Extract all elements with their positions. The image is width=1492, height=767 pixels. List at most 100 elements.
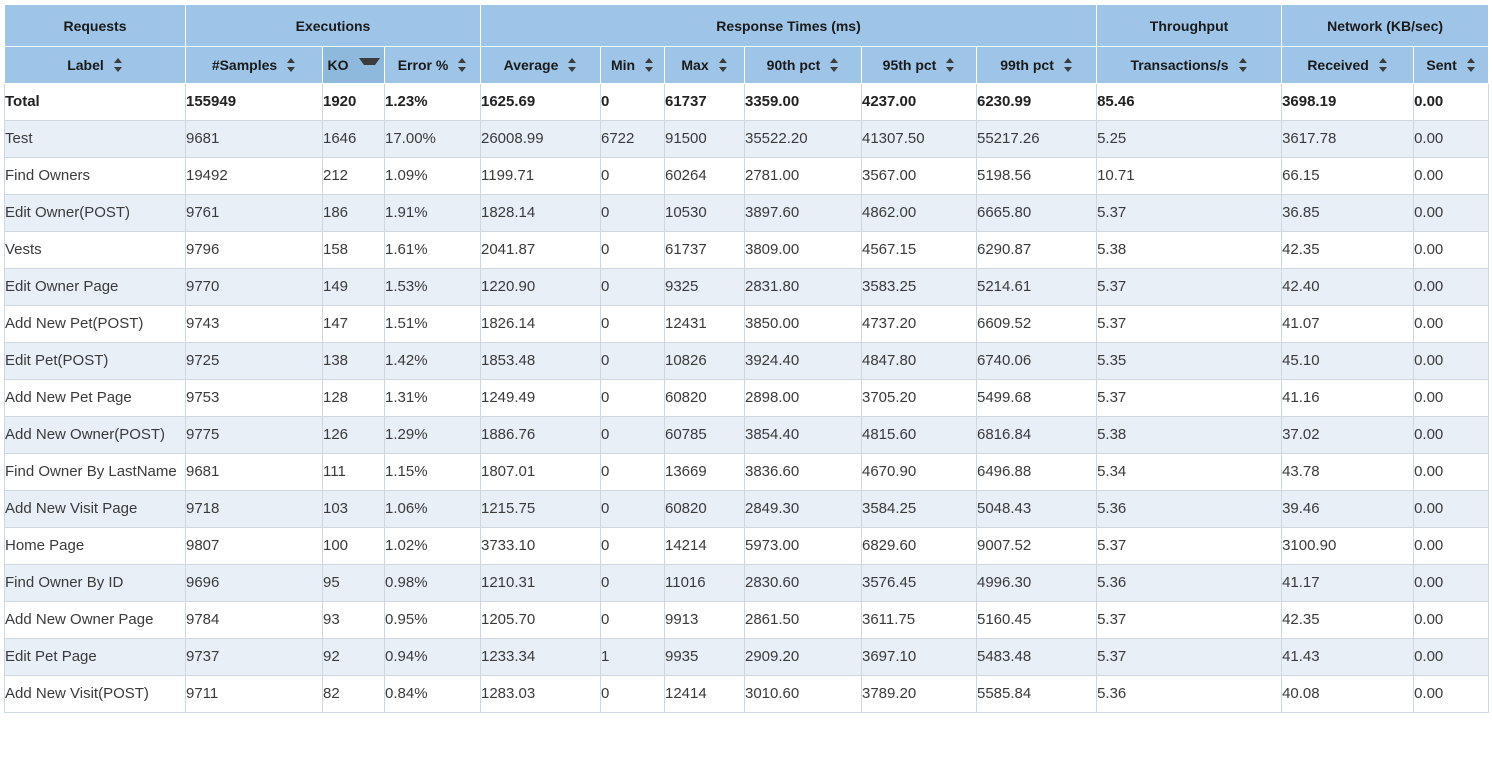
- sort-toggle-icon[interactable]: [1466, 58, 1476, 72]
- column-header-content: Received: [1282, 57, 1413, 73]
- cell-value: 0.00: [1413, 342, 1490, 380]
- cell-value: 2898.00: [744, 379, 862, 417]
- cell-value: 1853.48: [480, 342, 601, 380]
- column-header-90th-pct[interactable]: 90th pct: [744, 46, 862, 84]
- sort-toggle-icon[interactable]: [830, 58, 839, 72]
- column-header-sent[interactable]: Sent: [1413, 46, 1490, 84]
- cell-value: 9770: [185, 268, 323, 306]
- cell-value: 2861.50: [744, 601, 862, 639]
- cell-value: 9696: [185, 564, 323, 602]
- cell-value: 1646: [322, 120, 385, 158]
- cell-value: 4847.80: [861, 342, 977, 380]
- cell-label: Add New Pet(POST): [4, 305, 186, 343]
- cell-value: 147: [322, 305, 385, 343]
- sort-toggle-icon[interactable]: [946, 58, 955, 72]
- column-header-average[interactable]: Average: [480, 46, 601, 84]
- cell-value: 60820: [664, 379, 745, 417]
- sort-toggle-icon[interactable]: [458, 58, 467, 72]
- group-header-label: Executions: [295, 17, 371, 34]
- column-header-label: #Samples: [211, 57, 278, 73]
- cell-value: 4862.00: [861, 194, 977, 232]
- column-header-samples[interactable]: #Samples: [185, 46, 323, 84]
- cell-value: 10.71: [1096, 157, 1283, 195]
- cell-value: 0.00: [1413, 638, 1490, 676]
- cell-value: 41.07: [1281, 305, 1415, 343]
- cell-value: 9681: [185, 453, 323, 491]
- cell-value: 0: [600, 83, 665, 121]
- cell-value: 100: [322, 527, 385, 565]
- column-header-label: KO: [327, 57, 349, 73]
- cell-value: 9784: [185, 601, 323, 639]
- cell-value: 1886.76: [480, 416, 601, 454]
- column-header-error[interactable]: Error %: [384, 46, 481, 84]
- cell-value: 3617.78: [1281, 120, 1415, 158]
- sort-toggle-icon[interactable]: [287, 58, 296, 72]
- table-body: Total 155949 1920 1.23% 1625.69 0 61737 3359.00…: [4, 83, 1490, 713]
- sort-descending-icon[interactable]: [358, 58, 380, 72]
- column-header-99th-pct[interactable]: 99th pct: [975, 46, 1098, 84]
- cell-value: 0: [600, 231, 665, 269]
- cell-value: 43.78: [1281, 453, 1415, 491]
- table-row: Find Owner By ID 9696 95 0.98% 1210.31 0 11016…: [4, 564, 1490, 602]
- cell-value: 12414: [664, 675, 745, 713]
- sort-toggle-icon[interactable]: [1378, 58, 1388, 72]
- cell-label: Edit Pet(POST): [4, 342, 186, 380]
- cell-value: 19492: [185, 157, 323, 195]
- cell-value: 61737: [664, 83, 745, 121]
- cell-value: 0.94%: [384, 638, 481, 676]
- cell-value: 6665.80: [975, 194, 1098, 232]
- column-header-content: Sent: [1414, 57, 1488, 73]
- sort-toggle-icon[interactable]: [1063, 58, 1073, 72]
- cell-value: 0.00: [1413, 601, 1490, 639]
- cell-value: 1220.90: [480, 268, 601, 306]
- column-header-transactions-s[interactable]: Transactions/s: [1096, 46, 1283, 84]
- cell-value: 3924.40: [744, 342, 862, 380]
- cell-value: 3567.00: [861, 157, 977, 195]
- cell-label: Add New Owner Page: [4, 601, 186, 639]
- cell-value: 9711: [185, 675, 323, 713]
- column-header-label: 90th pct: [766, 57, 821, 73]
- cell-value: 1249.49: [480, 379, 601, 417]
- sort-toggle-icon[interactable]: [718, 58, 728, 72]
- cell-value: 26008.99: [480, 120, 601, 158]
- sort-toggle-icon[interactable]: [1238, 58, 1248, 72]
- column-header-row: Label #Samples KO Error % Average Min Max 90th …: [4, 46, 1490, 84]
- cell-value: 3697.10: [861, 638, 977, 676]
- sort-toggle-icon[interactable]: [113, 58, 123, 72]
- column-header-content: KO: [323, 57, 384, 73]
- cell-value: 0.95%: [384, 601, 481, 639]
- cell-value: 0.00: [1413, 453, 1490, 491]
- column-header-min[interactable]: Min: [600, 46, 665, 84]
- cell-value: 3854.40: [744, 416, 862, 454]
- cell-value: 1.51%: [384, 305, 481, 343]
- cell-value: 103: [322, 490, 385, 528]
- column-header-received[interactable]: Received: [1281, 46, 1415, 84]
- cell-value: 40.08: [1281, 675, 1415, 713]
- cell-label: Add New Owner(POST): [4, 416, 186, 454]
- sort-toggle-icon[interactable]: [568, 58, 577, 72]
- cell-value: 1.09%: [384, 157, 481, 195]
- column-header-label[interactable]: Label: [4, 46, 186, 84]
- cell-value: 5.37: [1096, 527, 1283, 565]
- cell-value: 6609.52: [975, 305, 1098, 343]
- cell-value: 9796: [185, 231, 323, 269]
- cell-value: 3850.00: [744, 305, 862, 343]
- cell-value: 3359.00: [744, 83, 862, 121]
- group-header-executions: Executions: [185, 4, 481, 47]
- cell-value: 82: [322, 675, 385, 713]
- cell-value: 0.00: [1413, 675, 1490, 713]
- cell-value: 1826.14: [480, 305, 601, 343]
- cell-value: 5.35: [1096, 342, 1283, 380]
- table-row: Test 9681 1646 17.00% 26008.99 6722 91500 35522…: [4, 120, 1490, 158]
- cell-value: 1807.01: [480, 453, 601, 491]
- cell-value: 10826: [664, 342, 745, 380]
- sort-toggle-icon[interactable]: [645, 58, 654, 72]
- cell-value: 42.35: [1281, 601, 1415, 639]
- table-row: Add New Visit(POST) 9711 82 0.84% 1283.03 0 12…: [4, 675, 1490, 713]
- cell-label: Add New Pet Page: [4, 379, 186, 417]
- column-header-ko[interactable]: KO: [322, 46, 385, 84]
- column-header-max[interactable]: Max: [664, 46, 745, 84]
- cell-value: 9325: [664, 268, 745, 306]
- column-header-95th-pct[interactable]: 95th pct: [861, 46, 977, 84]
- cell-label: Find Owners: [4, 157, 186, 195]
